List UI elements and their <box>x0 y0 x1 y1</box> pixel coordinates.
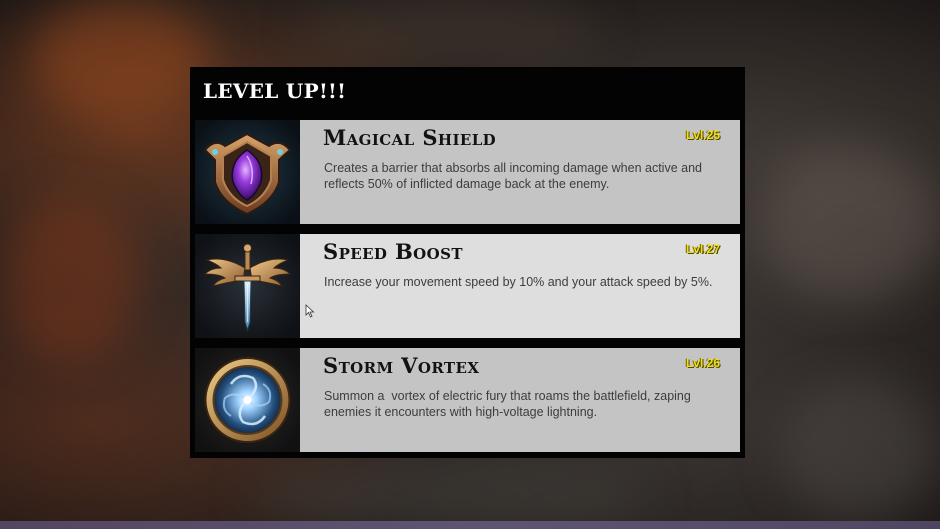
level-up-dialog: LEVEL UP!!! Magical Shield Lvl.25 Create… <box>190 67 745 458</box>
background-glow <box>760 150 940 300</box>
mouse-cursor-icon <box>305 304 315 318</box>
skill-description: Summon a vortex of electric fury that ro… <box>324 389 695 419</box>
skill-level: Lvl.27 <box>685 242 720 256</box>
skill-icon-frame <box>195 348 300 452</box>
skill-card-body: Speed Boost Lvl.27 Increase your movemen… <box>300 234 740 338</box>
skill-icon-frame <box>195 234 300 338</box>
vortex-medallion-icon <box>195 348 300 452</box>
background-glow <box>780 380 940 520</box>
background-glow <box>250 460 650 529</box>
skill-name: Speed Boost <box>323 239 463 264</box>
skill-level: Lvl.26 <box>685 356 720 370</box>
skill-card-body: Magical Shield Lvl.25 Creates a barrier … <box>300 120 740 224</box>
skill-description: Increase your movement speed by 10% and … <box>324 275 713 289</box>
background-glow <box>300 0 600 60</box>
skill-card-speed-boost[interactable]: Speed Boost Lvl.27 Increase your movemen… <box>195 234 740 338</box>
skill-description: Creates a barrier that absorbs all incom… <box>324 161 706 191</box>
dialog-title: LEVEL UP!!! <box>203 79 347 103</box>
background-glow <box>0 200 140 360</box>
skill-card-magical-shield[interactable]: Magical Shield Lvl.25 Creates a barrier … <box>195 120 740 224</box>
winged-sword-icon <box>195 234 300 338</box>
skill-name: Magical Shield <box>323 125 497 150</box>
skill-level: Lvl.25 <box>685 128 720 142</box>
skill-card-storm-vortex[interactable]: Storm Vortex Lvl.26 Summon a vortex of e… <box>195 348 740 452</box>
magic-shield-icon <box>195 120 300 224</box>
skill-name: Storm Vortex <box>323 353 480 378</box>
background-glow <box>30 0 210 120</box>
skill-icon-frame <box>195 120 300 224</box>
skill-card-body: Storm Vortex Lvl.26 Summon a vortex of e… <box>300 348 740 452</box>
bottom-strip <box>0 521 940 529</box>
